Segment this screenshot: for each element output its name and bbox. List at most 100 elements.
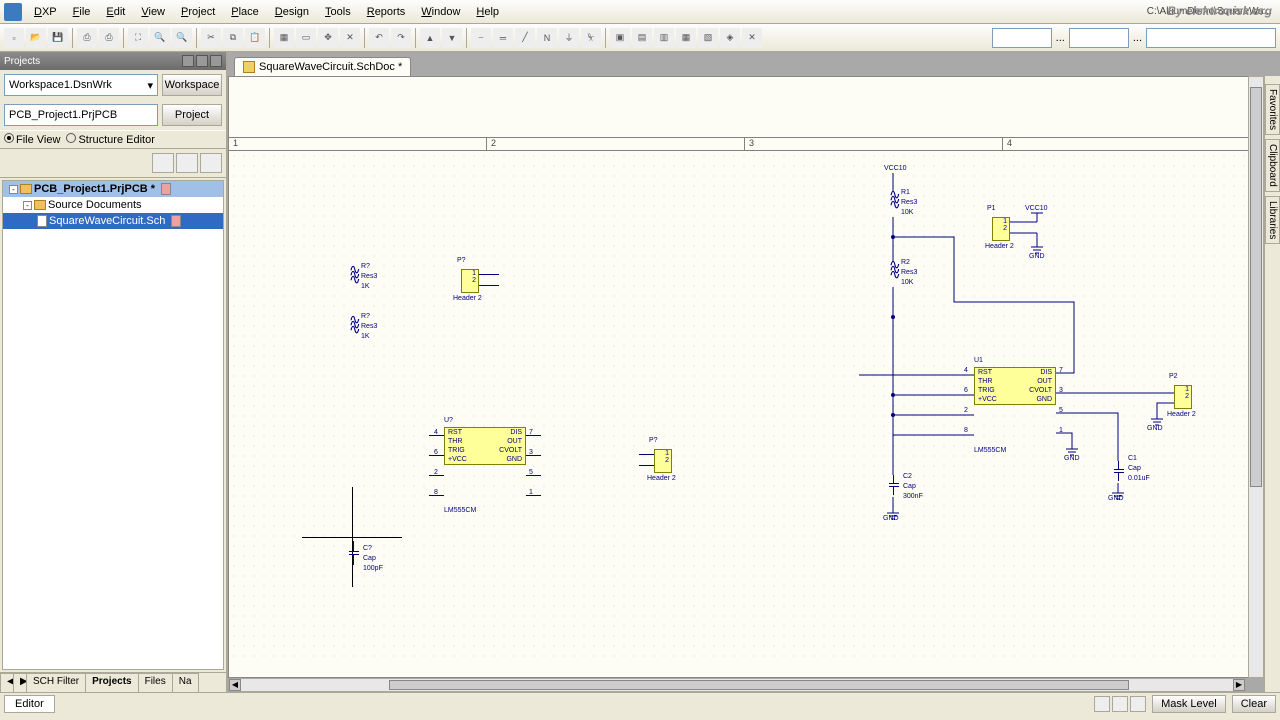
panel-arrange-icon[interactable] xyxy=(200,153,222,173)
component-resistor-r1[interactable]: ∿∿∿ xyxy=(889,192,898,207)
menu-help[interactable]: Help xyxy=(468,3,507,21)
place-wire-icon[interactable]: ⎯ xyxy=(471,28,491,48)
rail-favorites[interactable]: Favorites xyxy=(1265,84,1280,135)
component-resistor[interactable]: ∿∿∿ xyxy=(349,317,358,332)
component-header-p1[interactable]: 1 2 xyxy=(992,217,1010,241)
hierarchy-up-icon[interactable]: ▲ xyxy=(420,28,440,48)
collapse-icon[interactable]: - xyxy=(23,201,32,210)
place-bus-entry-icon[interactable]: ╱ xyxy=(515,28,535,48)
print-preview-icon[interactable]: ⎙ xyxy=(99,28,119,48)
clear-button[interactable]: Clear xyxy=(1232,695,1276,713)
component-header[interactable]: 1 2 xyxy=(654,449,672,473)
filter-ellipsis-2[interactable]: ... xyxy=(1131,32,1144,44)
menu-window[interactable]: Window xyxy=(413,3,468,21)
panel-options-icon[interactable] xyxy=(152,153,174,173)
new-file-icon[interactable]: ▫ xyxy=(4,28,24,48)
project-tree[interactable]: - PCB_Project1.PrjPCB * - Source Documen… xyxy=(2,180,224,670)
deselect-icon[interactable]: ✕ xyxy=(340,28,360,48)
file-view-radio[interactable]: File View xyxy=(4,133,60,146)
rail-libraries[interactable]: Libraries xyxy=(1265,196,1280,244)
panel-refresh-icon[interactable] xyxy=(176,153,198,173)
component-resistor-r2[interactable]: ∿∿∿ xyxy=(889,262,898,277)
paste-icon[interactable]: 📋 xyxy=(245,28,265,48)
component-ic-u1[interactable]: RSTDIS THROUT TRIGCVOLT +VCCGND xyxy=(974,367,1056,405)
zoom-fit-icon[interactable]: ⛶ xyxy=(128,28,148,48)
menu-tools[interactable]: Tools xyxy=(317,3,359,21)
tab-scroll-right[interactable]: ▶ xyxy=(13,673,27,692)
tree-source-docs-node[interactable]: - Source Documents xyxy=(3,197,223,213)
tab-sch-filter[interactable]: SCH Filter xyxy=(26,673,86,692)
menu-view[interactable]: View xyxy=(133,3,173,21)
place-harness-icon[interactable]: ▧ xyxy=(698,28,718,48)
scroll-thumb[interactable] xyxy=(1250,87,1262,487)
copy-icon[interactable]: ⧉ xyxy=(223,28,243,48)
component-capacitor-c2[interactable] xyxy=(889,475,899,495)
place-sheet-entry-icon[interactable]: ▥ xyxy=(654,28,674,48)
filter-combo-1[interactable] xyxy=(992,28,1052,48)
place-part-icon[interactable]: ▣ xyxy=(610,28,630,48)
place-vcc-icon[interactable]: ⏧ xyxy=(581,28,601,48)
print-icon[interactable]: ⎙ xyxy=(77,28,97,48)
mask-icon-2[interactable] xyxy=(1112,696,1128,712)
rail-clipboard[interactable]: Clipboard xyxy=(1265,139,1280,192)
scroll-thumb[interactable] xyxy=(389,680,1129,690)
select-icon[interactable]: ▭ xyxy=(296,28,316,48)
place-bus-icon[interactable]: ═ xyxy=(493,28,513,48)
workspace-combo[interactable]: Workspace1.DsnWrk▾ xyxy=(4,74,158,96)
place-no-erc-icon[interactable]: ✕ xyxy=(742,28,762,48)
tab-files[interactable]: Files xyxy=(138,673,173,692)
menu-project[interactable]: Project xyxy=(173,3,223,21)
scroll-right-icon[interactable]: ▶ xyxy=(1233,679,1245,691)
undo-icon[interactable]: ↶ xyxy=(369,28,389,48)
menu-edit[interactable]: Edit xyxy=(98,3,133,21)
mask-icon-1[interactable] xyxy=(1094,696,1110,712)
component-header-p2[interactable]: 1 2 xyxy=(1174,385,1192,409)
menu-reports[interactable]: Reports xyxy=(359,3,414,21)
filter-ellipsis-1[interactable]: ... xyxy=(1054,32,1067,44)
component-header[interactable]: 1 2 xyxy=(461,269,479,293)
tree-project-node[interactable]: - PCB_Project1.PrjPCB * xyxy=(3,181,223,197)
project-field[interactable]: PCB_Project1.PrjPCB xyxy=(4,104,158,126)
collapse-icon[interactable]: - xyxy=(9,185,18,194)
place-gnd-icon[interactable]: ⏚ xyxy=(559,28,579,48)
project-button[interactable]: Project xyxy=(162,104,222,126)
scroll-left-icon[interactable]: ◀ xyxy=(229,679,241,691)
open-file-icon[interactable]: 📂 xyxy=(26,28,46,48)
rubber-stamp-icon[interactable]: ▦ xyxy=(274,28,294,48)
mask-level-button[interactable]: Mask Level xyxy=(1152,695,1226,713)
place-netlabel-icon[interactable]: N xyxy=(537,28,557,48)
tab-navigator[interactable]: Na xyxy=(172,673,199,692)
filter-combo-2[interactable] xyxy=(1069,28,1129,48)
status-editor-tab[interactable]: Editor xyxy=(4,695,55,713)
tab-scroll-left[interactable]: ◀ xyxy=(0,673,14,692)
filter-combo-3[interactable] xyxy=(1146,28,1276,48)
place-device-sheet-icon[interactable]: ▦ xyxy=(676,28,696,48)
redo-icon[interactable]: ↷ xyxy=(391,28,411,48)
move-icon[interactable]: ✥ xyxy=(318,28,338,48)
place-sheet-icon[interactable]: ▤ xyxy=(632,28,652,48)
panel-menu-icon[interactable] xyxy=(182,55,194,67)
horizontal-scrollbar[interactable]: ◀ ▶ xyxy=(228,678,1246,692)
component-capacitor-placing[interactable] xyxy=(349,541,359,565)
zoom-selected-icon[interactable]: 🔍 xyxy=(172,28,192,48)
menu-design[interactable]: Design xyxy=(267,3,317,21)
menu-place[interactable]: Place xyxy=(223,3,267,21)
panel-close-icon[interactable] xyxy=(210,55,222,67)
zoom-area-icon[interactable]: 🔍 xyxy=(150,28,170,48)
cut-icon[interactable]: ✂ xyxy=(201,28,221,48)
mask-icon-3[interactable] xyxy=(1130,696,1146,712)
structure-editor-radio[interactable]: Structure Editor xyxy=(66,133,154,146)
component-resistor[interactable]: ∿∿∿ xyxy=(349,267,358,282)
hierarchy-down-icon[interactable]: ▼ xyxy=(442,28,462,48)
schematic-canvas[interactable]: 1 2 3 4 ∿∿∿ R? Res3 1K ∿∿∿ R? Res3 1K xyxy=(228,76,1262,678)
component-capacitor-c1[interactable] xyxy=(1114,461,1124,481)
place-port-icon[interactable]: ◈ xyxy=(720,28,740,48)
save-icon[interactable]: 💾 xyxy=(48,28,68,48)
menu-dxp[interactable]: DXP xyxy=(26,3,65,21)
vertical-scrollbar[interactable] xyxy=(1248,76,1264,678)
tab-projects[interactable]: Projects xyxy=(85,673,138,692)
document-tab[interactable]: SquareWaveCircuit.SchDoc * xyxy=(234,57,411,76)
panel-pin-icon[interactable] xyxy=(196,55,208,67)
tree-schematic-node[interactable]: SquareWaveCircuit.Sch xyxy=(3,213,223,229)
component-ic-555[interactable]: RSTDIS THROUT TRIGCVOLT +VCCGND xyxy=(444,427,526,465)
